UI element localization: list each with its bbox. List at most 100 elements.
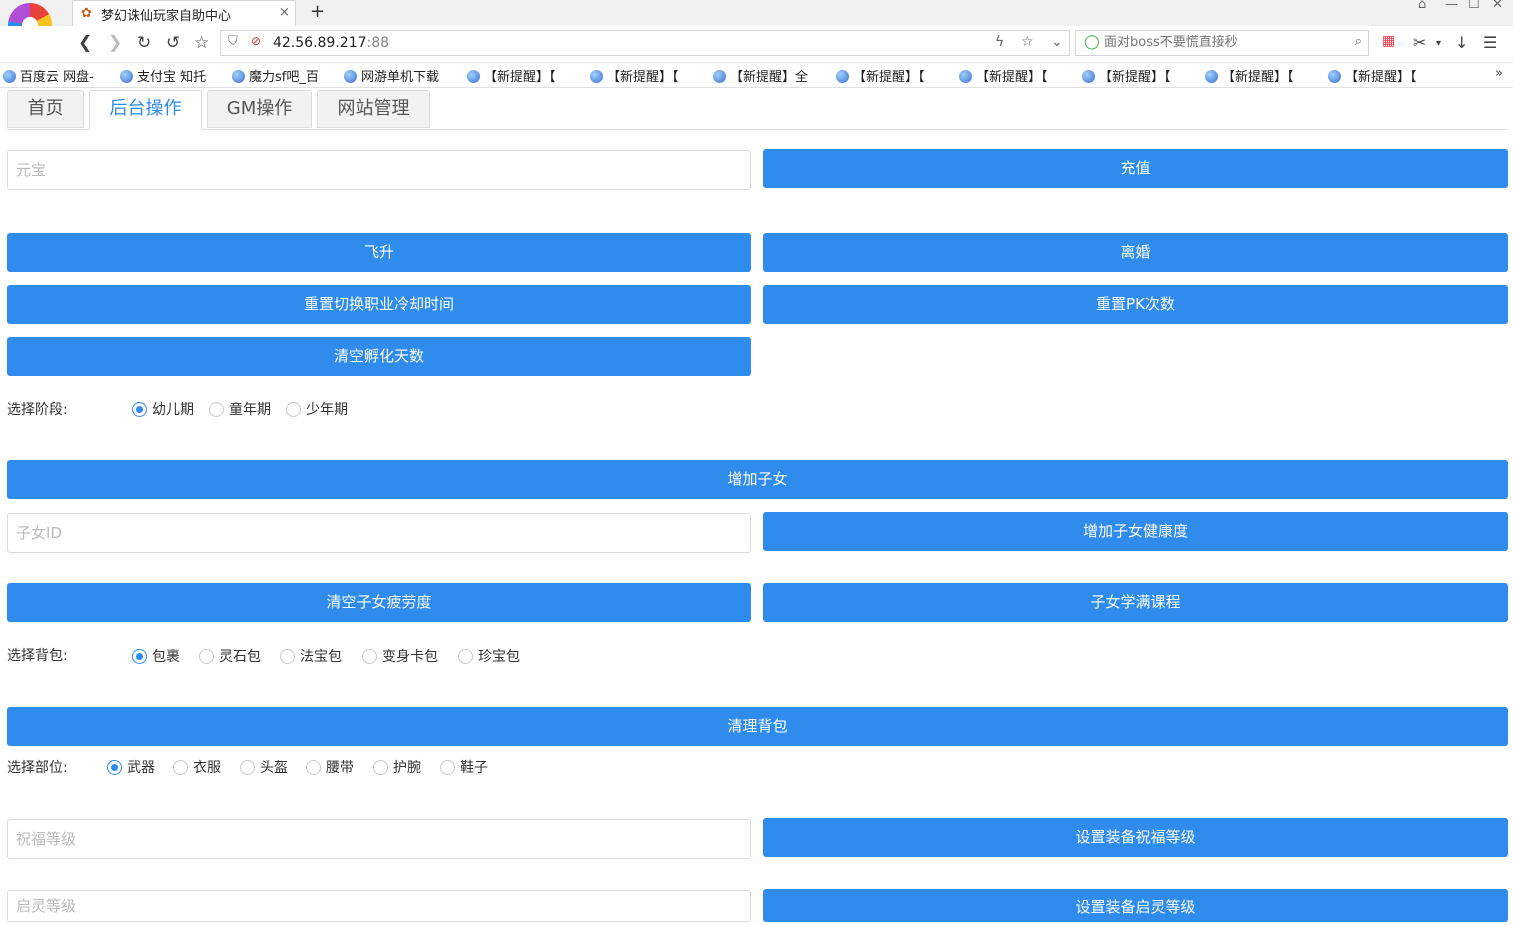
radio-dot-icon xyxy=(306,760,321,775)
close-tab-icon[interactable]: × xyxy=(279,5,290,20)
forward-icon[interactable]: ❯ xyxy=(108,33,122,53)
slot-radio-bracer[interactable]: 护腕 xyxy=(373,759,421,777)
apps-grid-icon[interactable]: ▦ xyxy=(1382,33,1395,49)
bookmark-item[interactable]: 支付宝 知托 xyxy=(120,66,206,85)
clean-bag-button[interactable]: 清理背包 xyxy=(7,707,1508,746)
stage-radio-infant[interactable]: 幼儿期 xyxy=(132,401,194,419)
search-box[interactable]: ◯ ⌕ xyxy=(1075,30,1369,56)
address-text[interactable]: 42.56.89.217:88 xyxy=(273,35,389,51)
back-icon[interactable]: ❮ xyxy=(78,33,92,53)
yuanbao-input[interactable] xyxy=(7,150,751,190)
tab-backend-ops[interactable]: 后台操作 xyxy=(89,90,202,130)
bag-radio-jewel[interactable]: 珍宝包 xyxy=(458,648,520,666)
bookmark-item[interactable]: 【新提醒】【 xyxy=(590,66,679,85)
bookmark-icon xyxy=(120,70,133,83)
slot-radio-helmet[interactable]: 头盔 xyxy=(240,759,288,777)
radio-dot-icon xyxy=(107,760,122,775)
window-close-icon[interactable]: ✕ xyxy=(1492,0,1503,12)
divorce-button[interactable]: 离婚 xyxy=(763,233,1508,272)
slot-label: 选择部位: xyxy=(7,760,68,776)
undo-icon[interactable]: ↺ xyxy=(166,33,180,53)
scissors-dropdown-icon[interactable]: ▾ xyxy=(1436,38,1441,49)
bookmark-item[interactable]: 网游单机下载 xyxy=(344,66,439,85)
shield-icon[interactable]: ⛉ xyxy=(228,34,238,49)
reset-pk-button[interactable]: 重置PK次数 xyxy=(763,285,1508,324)
radio-dot-icon xyxy=(132,649,147,664)
tab-home[interactable]: 首页 xyxy=(7,90,84,128)
browser-titlebar: ✿ 梦幻诛仙玩家自助中心 × + ⌂ — ☐ ✕ xyxy=(0,0,1513,26)
address-bar[interactable]: ⛉ ⊘ 42.56.89.217:88 ϟ ☆ ⌄ xyxy=(220,30,1070,56)
stage-radio-youth[interactable]: 少年期 xyxy=(286,401,348,419)
stage-label: 选择阶段: xyxy=(7,402,68,418)
browser-tab[interactable]: ✿ 梦幻诛仙玩家自助中心 × xyxy=(72,0,296,26)
add-child-health-button[interactable]: 增加子女健康度 xyxy=(763,512,1508,551)
bag-radio-transform-card[interactable]: 变身卡包 xyxy=(362,648,438,666)
reload-icon[interactable]: ↻ xyxy=(137,33,151,53)
tab-gm-ops[interactable]: GM操作 xyxy=(207,90,312,128)
dropdown-icon[interactable]: ⌄ xyxy=(1051,34,1063,50)
bookmark-icon xyxy=(344,70,357,83)
search-icon[interactable]: ⌕ xyxy=(1355,34,1362,49)
site-favicon-icon: ✿ xyxy=(81,6,92,21)
minimize-icon[interactable]: — xyxy=(1445,0,1458,12)
bookmark-star-icon[interactable]: ☆ xyxy=(1021,34,1034,50)
child-full-course-button[interactable]: 子女学满课程 xyxy=(763,583,1508,622)
bookmark-item[interactable]: 【新提醒】全 xyxy=(713,66,808,85)
radio-dot-icon xyxy=(199,649,214,664)
set-spirit-level-button[interactable]: 设置装备启灵等级 xyxy=(763,889,1508,922)
bookmark-item[interactable]: 【新提醒】【 xyxy=(1328,66,1417,85)
bookmark-item[interactable]: 【新提醒】【 xyxy=(1082,66,1171,85)
bless-level-input[interactable] xyxy=(7,819,751,859)
lightning-icon[interactable]: ϟ xyxy=(995,34,1004,50)
slot-radio-shoes[interactable]: 鞋子 xyxy=(440,759,488,777)
favorite-icon[interactable]: ☆ xyxy=(194,33,209,53)
bookmark-item[interactable]: 【新提醒】【 xyxy=(959,66,1048,85)
new-tab-button[interactable]: + xyxy=(310,1,325,22)
skin-icon[interactable]: ⌂ xyxy=(1418,0,1426,12)
search-input[interactable] xyxy=(1104,35,1344,50)
download-icon[interactable]: ↓ xyxy=(1455,33,1468,52)
add-child-button[interactable]: 增加子女 xyxy=(7,460,1508,499)
maximize-icon[interactable]: ☐ xyxy=(1468,0,1480,12)
bag-radio-spirit-stone[interactable]: 灵石包 xyxy=(199,648,261,666)
page-tabs: 首页 后台操作 GM操作 网站管理 xyxy=(7,88,1508,130)
bookmark-item[interactable]: 魔力sf吧_百 xyxy=(232,66,319,85)
bookmarks-bar: 百度云 网盘- 支付宝 知托 魔力sf吧_百 网游单机下载 【新提醒】【 【新提… xyxy=(0,63,1513,88)
reset-job-cooldown-button[interactable]: 重置切换职业冷却时间 xyxy=(7,285,751,324)
radio-dot-icon xyxy=(440,760,455,775)
clear-child-fatigue-button[interactable]: 清空子女疲劳度 xyxy=(7,583,751,622)
bag-label: 选择背包: xyxy=(7,648,68,664)
tab-site-admin[interactable]: 网站管理 xyxy=(317,90,430,128)
stage-radio-child[interactable]: 童年期 xyxy=(209,401,271,419)
bookmark-icon xyxy=(1328,70,1341,83)
radio-dot-icon xyxy=(373,760,388,775)
recharge-button[interactable]: 充值 xyxy=(763,149,1508,188)
menu-icon[interactable]: ☰ xyxy=(1483,33,1497,52)
bookmark-item[interactable]: 【新提醒】【 xyxy=(1205,66,1294,85)
bookmarks-more-icon[interactable]: » xyxy=(1495,66,1503,81)
bag-radio-package[interactable]: 包裹 xyxy=(132,648,180,666)
radio-dot-icon xyxy=(362,649,377,664)
slot-radio-clothes[interactable]: 衣服 xyxy=(173,759,221,777)
set-bless-level-button[interactable]: 设置装备祝福等级 xyxy=(763,818,1508,857)
bookmark-icon xyxy=(836,70,849,83)
search-engine-icon: ◯ xyxy=(1084,34,1100,50)
slot-radio-belt[interactable]: 腰带 xyxy=(306,759,354,777)
clear-incubate-days-button[interactable]: 清空孵化天数 xyxy=(7,337,751,376)
bookmark-item[interactable]: 【新提醒】【 xyxy=(836,66,925,85)
spirit-level-input[interactable] xyxy=(7,890,751,922)
bookmark-item[interactable]: 【新提醒】【 xyxy=(467,66,556,85)
bookmark-icon xyxy=(959,70,972,83)
child-id-input[interactable] xyxy=(7,513,751,553)
scissors-icon[interactable]: ✂ xyxy=(1413,33,1426,52)
ascend-button[interactable]: 飞升 xyxy=(7,233,751,272)
bookmark-item[interactable]: 百度云 网盘- xyxy=(3,66,94,85)
radio-dot-icon xyxy=(286,402,301,417)
insecure-icon[interactable]: ⊘ xyxy=(251,34,261,48)
bookmark-icon xyxy=(1082,70,1095,83)
bookmark-icon xyxy=(232,70,245,83)
bookmark-icon xyxy=(590,70,603,83)
slot-radio-weapon[interactable]: 武器 xyxy=(107,759,155,777)
radio-dot-icon xyxy=(240,760,255,775)
bag-radio-treasure-artifact[interactable]: 法宝包 xyxy=(280,648,342,666)
